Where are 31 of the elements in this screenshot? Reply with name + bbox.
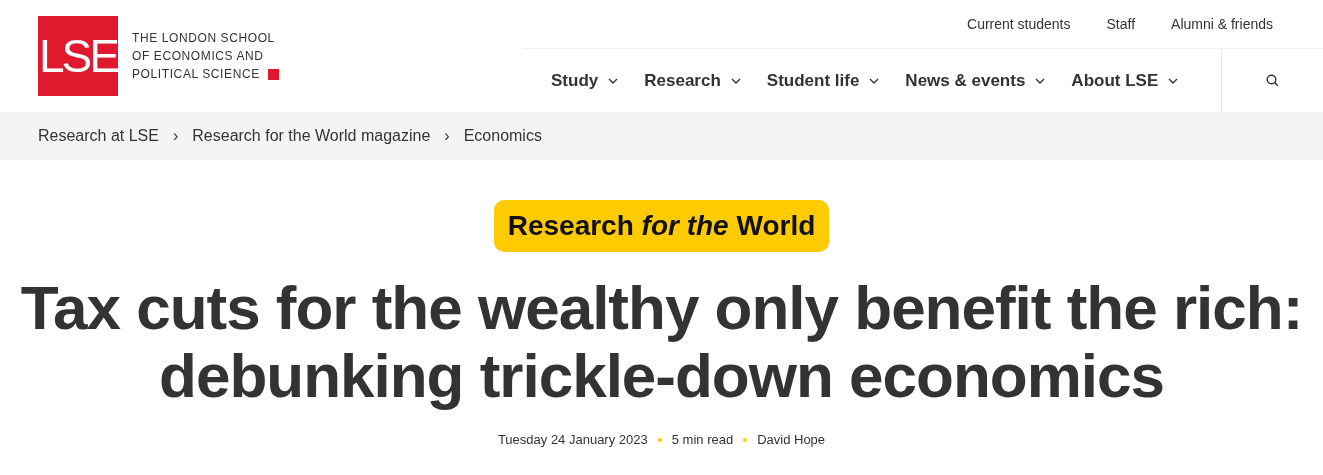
- article-meta: 5 min read: [671, 432, 734, 447]
- search-icon: [1266, 74, 1279, 87]
- breadcrumb-link[interactable]: Research for the World magazine: [192, 127, 431, 145]
- nav-item[interactable]: Study: [551, 70, 619, 91]
- square-icon: [267, 68, 279, 80]
- logo-text: OF ECONOMICS AND: [132, 49, 264, 63]
- nav-item[interactable]: About LSE: [1071, 70, 1179, 91]
- article-headline: Tax cuts for the wealthy only benefit the rich: debunking trickle-down economics: [20, 274, 1303, 410]
- breadcrumb-separator: ›: [444, 127, 450, 145]
- utility-link[interactable]: Staff: [1106, 16, 1136, 32]
- separator-dot: [657, 437, 662, 442]
- chevron-icon: [1035, 77, 1046, 84]
- article-meta: David Hope: [757, 432, 826, 447]
- magazine-badge: Research for the World: [493, 200, 830, 252]
- logo-text: POLITICAL SCIENCE: [132, 67, 260, 81]
- chevron-icon: [869, 77, 880, 84]
- nav-item[interactable]: Student life: [766, 70, 880, 91]
- utility-link[interactable]: Alumni & friends: [1171, 16, 1273, 32]
- utility-link[interactable]: Current students: [967, 16, 1071, 32]
- breadcrumb-link[interactable]: Research at LSE: [38, 127, 159, 145]
- chevron-icon: [608, 77, 619, 84]
- breadcrumb-separator: ›: [172, 127, 179, 145]
- logo-text: THE LONDON SCHOOL: [132, 31, 275, 45]
- chevron-icon: [730, 77, 741, 84]
- breadcrumb-link[interactable]: Economics: [463, 127, 542, 145]
- nav-item[interactable]: Research: [644, 70, 741, 91]
- logo-mark[interactable]: LSE: [38, 16, 118, 96]
- article-meta: Tuesday 24 January 2023: [497, 432, 648, 447]
- nav-item[interactable]: News & events: [905, 70, 1046, 91]
- chevron-icon: [1168, 77, 1179, 84]
- separator-dot: [743, 437, 748, 442]
